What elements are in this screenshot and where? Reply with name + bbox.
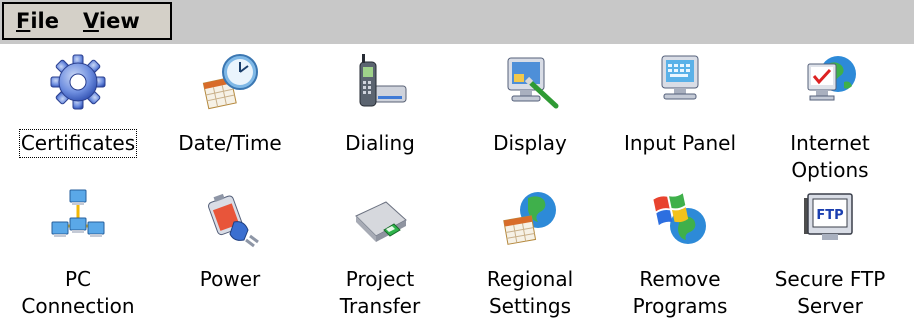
item-label: Project <box>345 267 415 291</box>
battery-plug-icon <box>200 188 260 248</box>
monitor-brush-icon <box>500 52 560 112</box>
item-label-line2: Server <box>797 294 863 318</box>
item-label: Date/Time <box>178 131 282 155</box>
item-label: Input Panel <box>623 131 737 155</box>
item-label-line2: Connection <box>21 294 135 318</box>
item-label: Regional <box>486 267 574 291</box>
item-label-line2: Programs <box>632 294 728 318</box>
item-label-line2: Transfer <box>339 294 421 318</box>
menu-file[interactable]: File <box>16 9 59 33</box>
item-label-line2: Settings <box>488 294 572 318</box>
calendar-clock-icon <box>200 52 260 112</box>
gear-icon <box>48 52 108 112</box>
network-computers-icon <box>48 188 108 248</box>
menu-bar: File View <box>0 0 914 44</box>
item-label: Remove <box>639 267 721 291</box>
item-label: PC <box>64 267 92 291</box>
menu-view[interactable]: View <box>83 9 140 33</box>
svg-text:FTP: FTP <box>816 208 843 223</box>
item-label: Secure FTP <box>774 267 886 291</box>
ftp-monitor-icon: FTP <box>800 188 860 248</box>
item-label: Internet <box>790 131 870 155</box>
item-label: Dialing <box>345 131 415 155</box>
menu-group: File View <box>2 2 172 40</box>
keyboard-monitor-icon <box>650 52 710 112</box>
item-label: Power <box>199 267 261 291</box>
item-label: Display <box>493 131 567 155</box>
globe-calendar-icon <box>500 188 560 248</box>
windows-flag-icon <box>650 188 710 248</box>
globe-check-icon <box>800 52 860 112</box>
item-label-line2: Options <box>791 158 869 182</box>
item-label: Certificates <box>18 129 138 158</box>
phone-modem-icon <box>350 52 410 112</box>
card-reader-icon <box>350 188 410 248</box>
